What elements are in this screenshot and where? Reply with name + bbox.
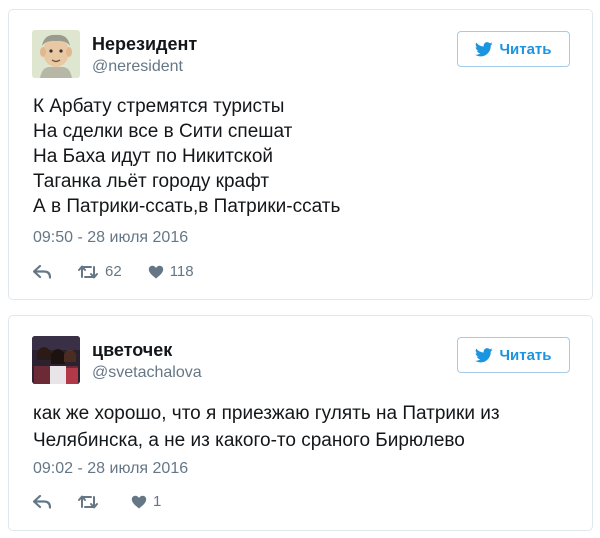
author-name[interactable]: Нерезидент [92, 34, 197, 55]
tweet-text: К Арбату стремятся туристы На сделки все… [33, 94, 340, 219]
like-button[interactable]: 1 [131, 493, 161, 510]
tweet-actions: 1 [33, 493, 187, 510]
twitter-bird-icon [475, 41, 494, 56]
like-button[interactable]: 118 [148, 263, 194, 280]
reply-icon [33, 264, 51, 279]
tweet-text-line: А в Патрики-ссать,в Патрики-ссать [33, 196, 341, 217]
retweet-button[interactable] [77, 494, 105, 510]
author-name[interactable]: цветочек [92, 340, 172, 361]
retweet-icon [78, 265, 98, 278]
tweet-timestamp[interactable]: 09:50 - 28 июля 2016 [33, 229, 188, 247]
heart-icon [148, 265, 163, 278]
tweet-card: цветочек @svetachalova Читать как же хор… [8, 315, 593, 531]
heart-icon [131, 495, 147, 508]
tweet-text-line: К Арбату стремятся туристы [33, 96, 285, 117]
reply-button[interactable] [33, 264, 51, 279]
like-count: 118 [169, 263, 194, 280]
retweet-icon [78, 495, 98, 508]
twitter-bird-icon [475, 347, 494, 362]
follow-button[interactable]: Читать [457, 337, 570, 373]
like-count: 1 [153, 493, 162, 510]
follow-button[interactable]: Читать [457, 31, 570, 67]
tweet-text-line: Челябинска, а не из какого-то сраного Би… [33, 430, 465, 451]
follow-button-label: Читать [499, 40, 552, 58]
reply-button[interactable] [33, 494, 51, 509]
avatar[interactable] [32, 30, 80, 78]
tweet-card: Нерезидент @neresident Читать К Арбату с… [8, 9, 593, 300]
retweet-count: 62 [105, 263, 122, 280]
tweet-text-line: как же хорошо, что я приезжаю гулять на … [33, 403, 500, 424]
avatar-photo-icon [32, 336, 80, 384]
tweet-timestamp[interactable]: 09:02 - 28 июля 2016 [33, 460, 188, 478]
reply-icon [33, 494, 51, 509]
follow-button-label: Читать [499, 346, 552, 364]
tweet-text-line: На сделки все в Сити спешат [33, 121, 293, 142]
author-handle[interactable]: @svetachalova [92, 364, 202, 382]
tweet-actions: 62 118 [33, 263, 220, 280]
avatar-illustration-icon [32, 30, 80, 78]
avatar[interactable] [32, 336, 80, 384]
retweet-button[interactable]: 62 [77, 263, 122, 280]
tweet-text-line: Таганка льёт городу крафт [33, 171, 270, 192]
tweet-text-line: На Баха идут по Никитской [33, 146, 274, 167]
author-handle[interactable]: @neresident [92, 58, 183, 76]
tweet-text: как же хорошо, что я приезжаю гулять на … [33, 400, 500, 454]
